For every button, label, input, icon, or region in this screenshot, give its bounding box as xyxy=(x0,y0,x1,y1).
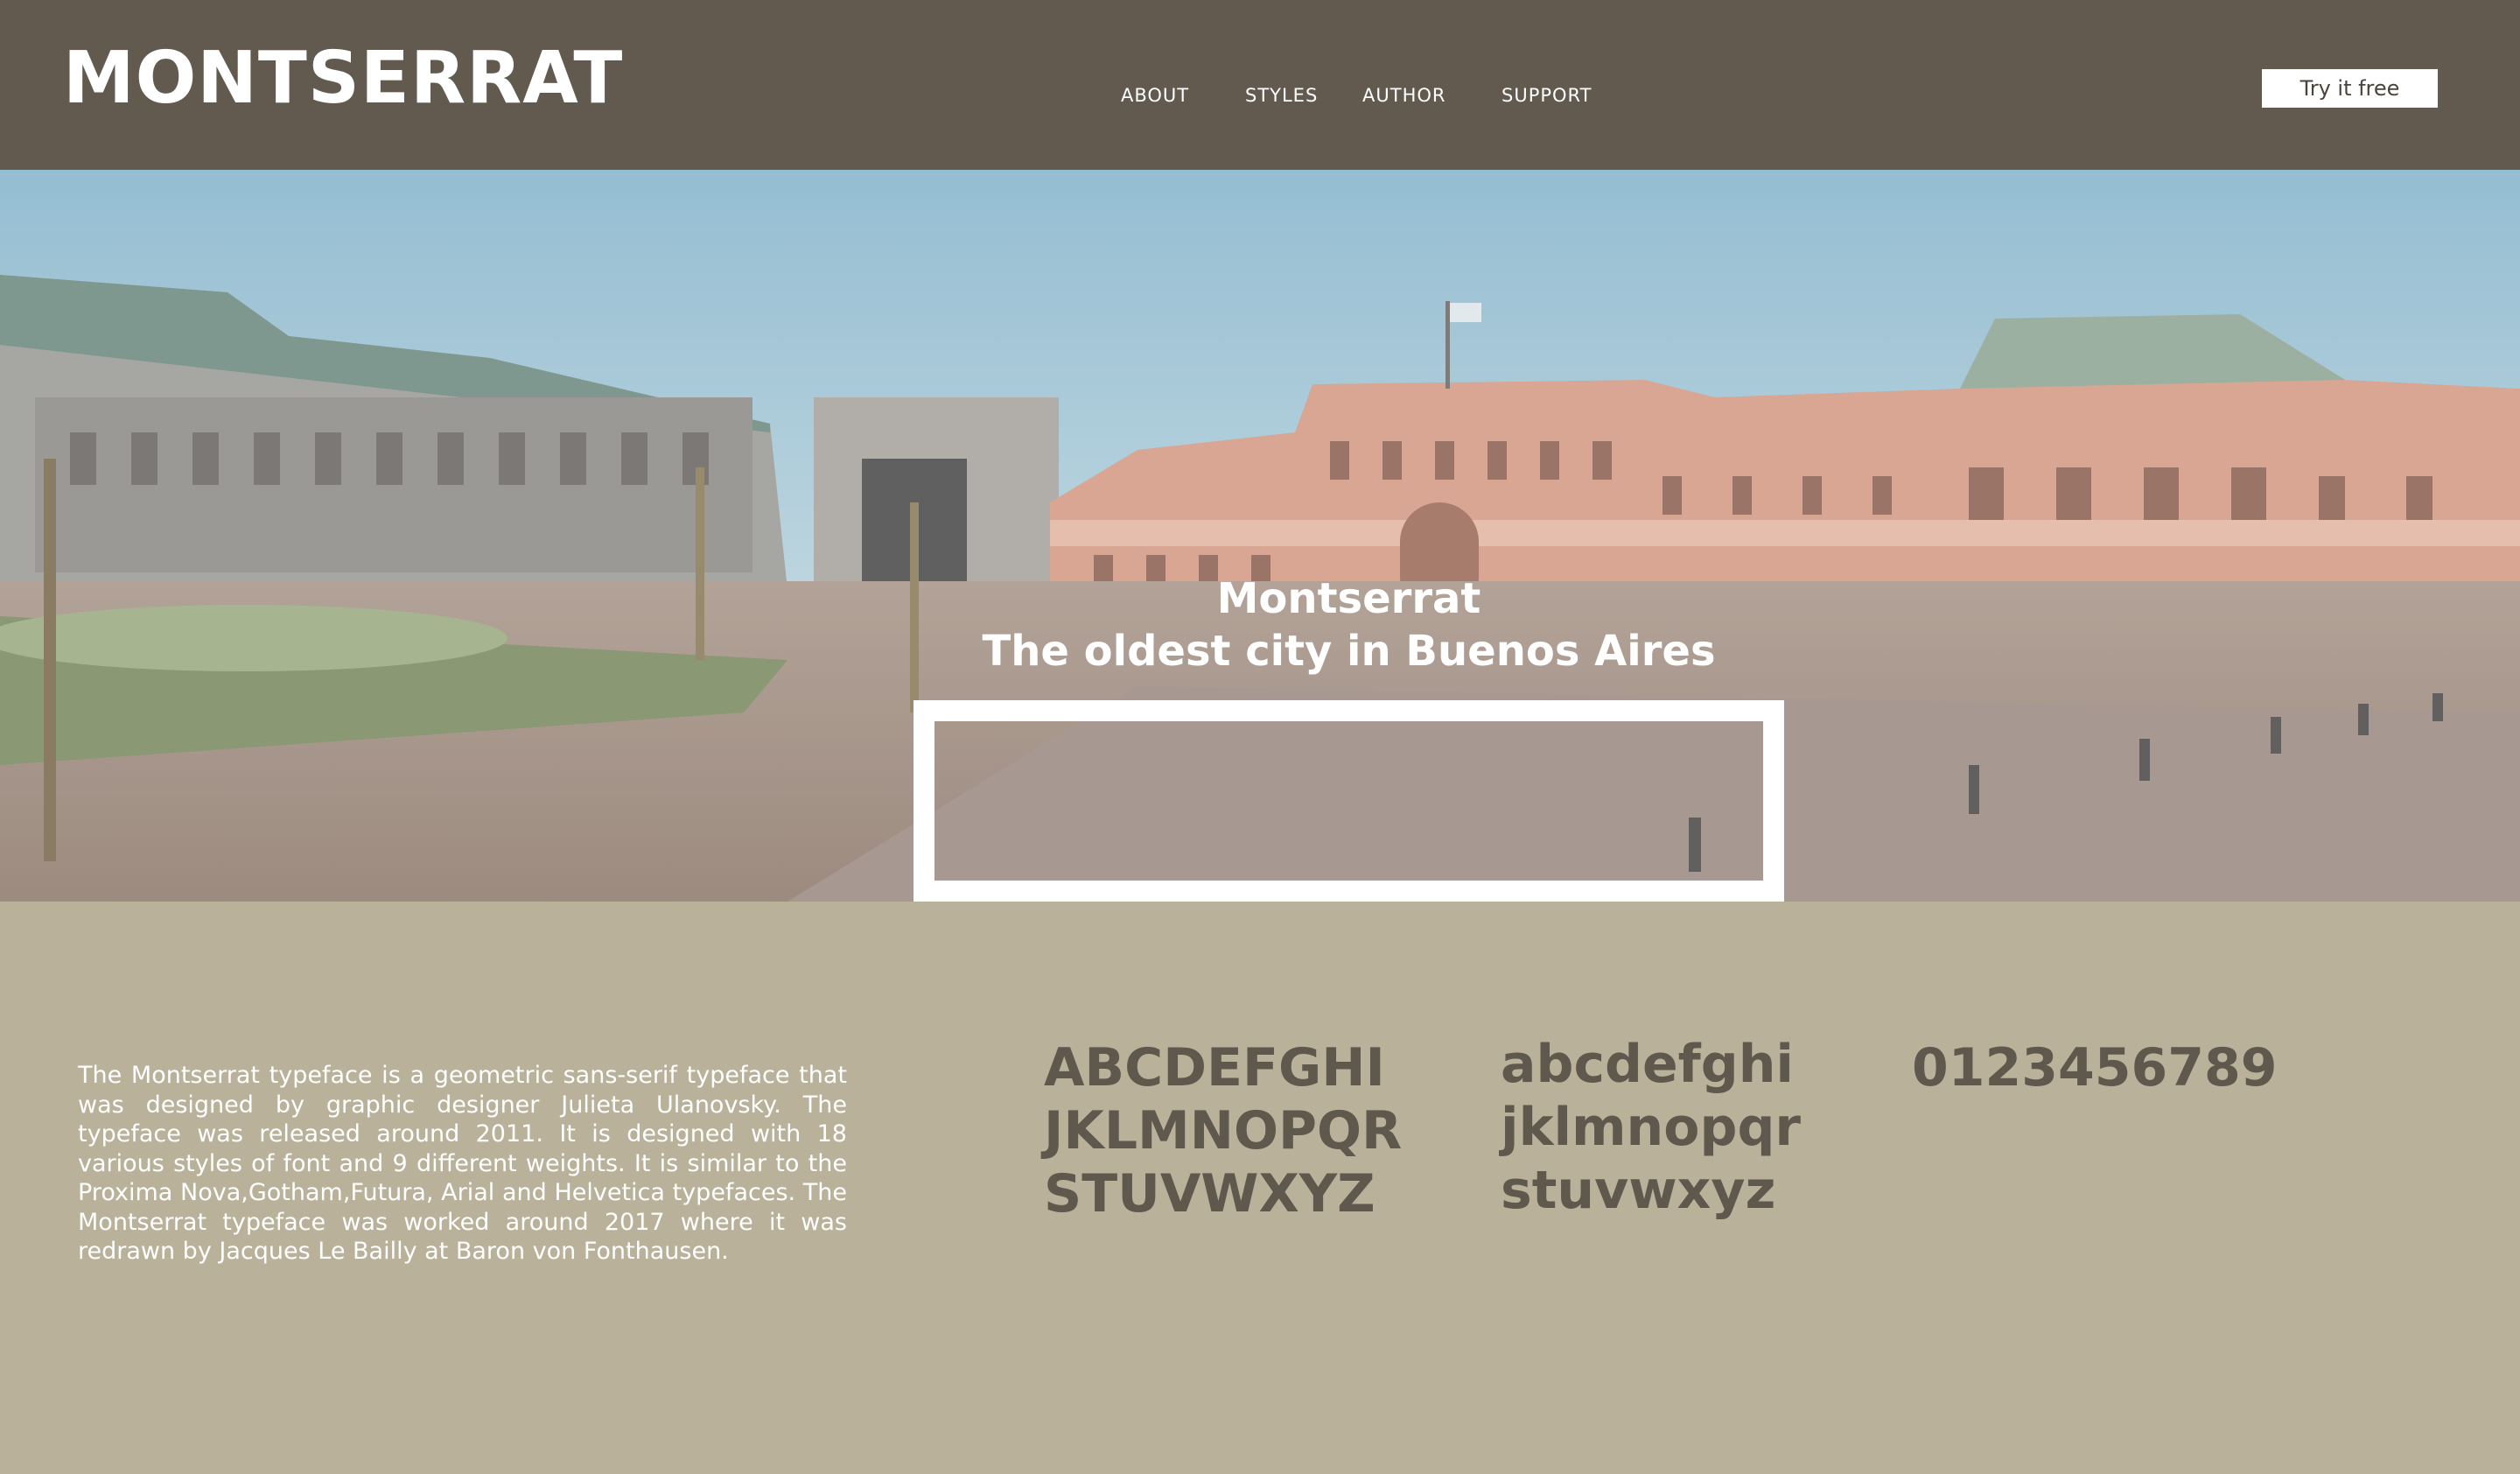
hero-caption-title: Montserrat xyxy=(1216,574,1481,623)
digits-line: 0123456789 xyxy=(1912,1037,2278,1098)
lowercase-line-3: stuvwxyz xyxy=(1501,1160,1776,1221)
hero-banner xyxy=(0,170,2520,902)
uppercase-line-3: STUVWXYZ xyxy=(1044,1163,1376,1225)
brand-logo[interactable]: MONTSERRAT xyxy=(63,39,623,119)
site-header: MONTSERRAT ABOUT STYLES AUTHOR SUPPORT T… xyxy=(0,0,2520,170)
lowercase-line-1: abcdefghi xyxy=(1501,1034,1794,1095)
uppercase-line-1: ABCDEFGHI xyxy=(1044,1037,1385,1098)
hero-caption-subtitle: The oldest city in Buenos Aires xyxy=(982,627,1716,676)
uppercase-line-2: JKLMNOPQR xyxy=(1044,1100,1403,1162)
nav-about[interactable]: ABOUT xyxy=(1121,84,1189,107)
lowercase-line-2: jklmnopqr xyxy=(1501,1097,1801,1158)
hero-caption-frame xyxy=(914,700,1784,902)
nav-styles[interactable]: STYLES xyxy=(1245,84,1318,107)
typeface-description: The Montserrat typeface is a geometric s… xyxy=(78,1062,847,1265)
nav-support[interactable]: SUPPORT xyxy=(1502,84,1592,107)
nav-author[interactable]: AUTHOR xyxy=(1362,84,1446,107)
try-it-free-button[interactable]: Try it free xyxy=(2262,69,2438,108)
